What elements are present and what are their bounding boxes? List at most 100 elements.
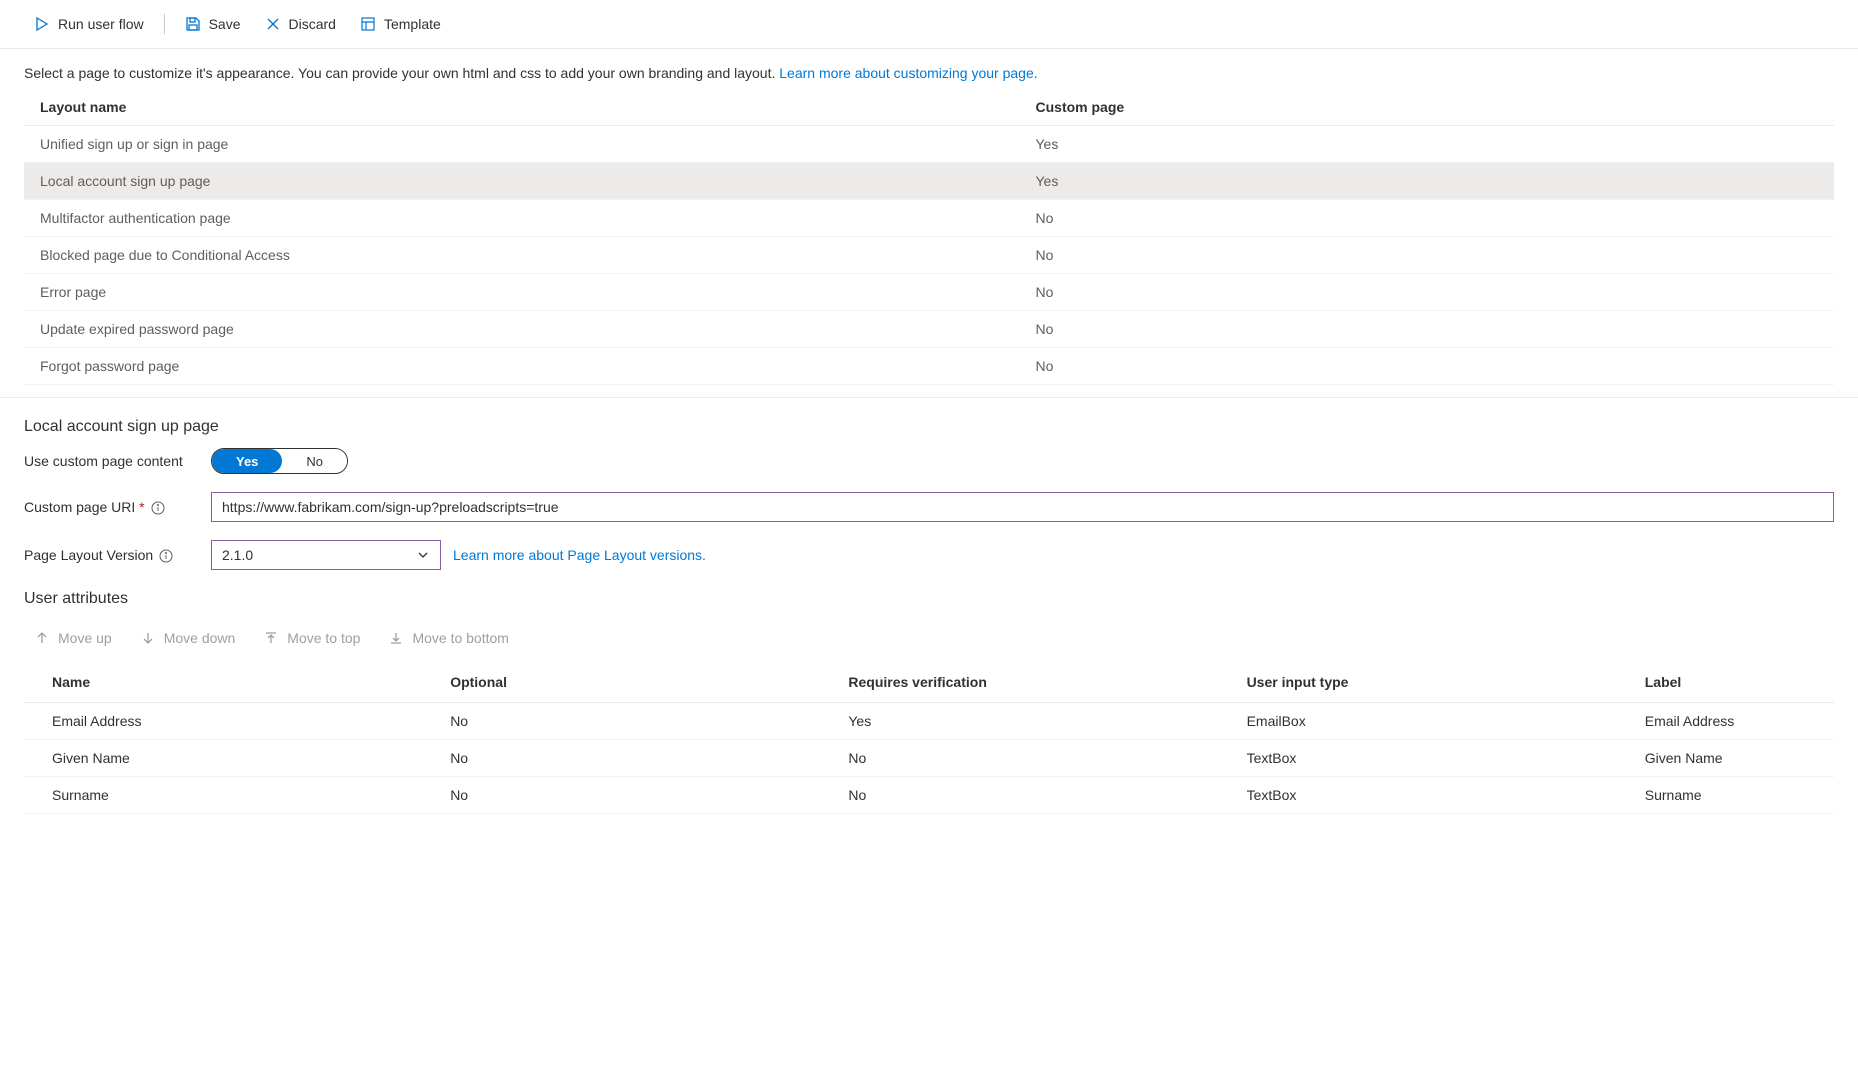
use-custom-label: Use custom page content: [24, 453, 199, 469]
attribute-cell-inputType: EmailBox: [1219, 703, 1617, 740]
layout-row-name: Blocked page due to Conditional Access: [24, 237, 1020, 274]
move-toolbar: Move up Move down Move to top Move to bo…: [24, 618, 1834, 662]
arrow-top-icon: [263, 630, 279, 646]
attribute-cell-label: Surname: [1617, 777, 1834, 814]
layout-row[interactable]: Local account sign up pageYes: [24, 163, 1834, 200]
page-layout-version-row: Page Layout Version Learn more about Pag…: [24, 540, 1834, 570]
attribute-cell-requires: Yes: [820, 703, 1218, 740]
custom-uri-row: Custom page URI *: [24, 492, 1834, 522]
attribute-cell-requires: No: [820, 777, 1218, 814]
layout-row-custom: No: [1020, 348, 1835, 385]
move-down-button[interactable]: Move down: [130, 624, 246, 652]
version-label-text: Page Layout Version: [24, 547, 153, 563]
layout-row[interactable]: Blocked page due to Conditional AccessNo: [24, 237, 1834, 274]
template-icon: [360, 16, 376, 32]
custom-page-header: Custom page: [1020, 89, 1835, 126]
run-user-flow-button[interactable]: Run user flow: [24, 10, 154, 38]
custom-uri-input[interactable]: [211, 492, 1834, 522]
save-icon: [185, 16, 201, 32]
layout-row[interactable]: Forgot password pageNo: [24, 348, 1834, 385]
layout-row-name: Forgot password page: [24, 348, 1020, 385]
save-label: Save: [209, 16, 241, 32]
layout-row[interactable]: Update expired password pageNo: [24, 311, 1834, 348]
attribute-cell-optional: No: [422, 740, 820, 777]
attr-inputtype-header: User input type: [1219, 662, 1617, 703]
intro-text: Select a page to customize it's appearan…: [24, 65, 1834, 81]
layout-row-custom: Yes: [1020, 126, 1835, 163]
toggle-yes[interactable]: Yes: [212, 449, 282, 473]
attribute-row[interactable]: SurnameNoNoTextBoxSurname: [24, 777, 1834, 814]
toolbar-divider: [164, 14, 165, 34]
layout-row-custom: No: [1020, 311, 1835, 348]
attribute-row[interactable]: Email AddressNoYesEmailBoxEmail Address: [24, 703, 1834, 740]
layout-row-name: Unified sign up or sign in page: [24, 126, 1020, 163]
info-icon[interactable]: [151, 501, 165, 515]
layout-row-custom: Yes: [1020, 163, 1835, 200]
required-indicator: *: [139, 499, 144, 515]
layout-row-custom: No: [1020, 200, 1835, 237]
arrow-bottom-icon: [388, 630, 404, 646]
move-top-label: Move to top: [287, 630, 360, 646]
move-to-top-button[interactable]: Move to top: [253, 624, 370, 652]
layout-row-name: Multifactor authentication page: [24, 200, 1020, 237]
move-up-label: Move up: [58, 630, 112, 646]
attribute-cell-inputType: TextBox: [1219, 740, 1617, 777]
move-down-label: Move down: [164, 630, 236, 646]
attribute-cell-optional: No: [422, 777, 820, 814]
layout-row-name: Error page: [24, 274, 1020, 311]
version-select[interactable]: [211, 540, 441, 570]
attributes-table: Name Optional Requires verification User…: [24, 662, 1834, 814]
attribute-cell-name: Email Address: [24, 703, 422, 740]
layout-row[interactable]: Multifactor authentication pageNo: [24, 200, 1834, 237]
attribute-cell-name: Surname: [24, 777, 422, 814]
attr-requires-header: Requires verification: [820, 662, 1218, 703]
layout-row-name: Local account sign up page: [24, 163, 1020, 200]
attr-label-header: Label: [1617, 662, 1834, 703]
layout-row[interactable]: Error pageNo: [24, 274, 1834, 311]
custom-uri-label: Custom page URI *: [24, 499, 199, 515]
play-icon: [34, 16, 50, 32]
move-to-bottom-button[interactable]: Move to bottom: [378, 624, 519, 652]
layout-row-custom: No: [1020, 274, 1835, 311]
use-custom-row: Use custom page content Yes No: [24, 448, 1834, 474]
attribute-cell-requires: No: [820, 740, 1218, 777]
template-button[interactable]: Template: [350, 10, 451, 38]
main-content: Select a page to customize it's appearan…: [0, 49, 1858, 385]
discard-button[interactable]: Discard: [255, 10, 346, 38]
layout-detail-section: Local account sign up page Use custom pa…: [0, 397, 1858, 814]
custom-uri-label-text: Custom page URI: [24, 499, 135, 515]
arrow-up-icon: [34, 630, 50, 646]
version-label: Page Layout Version: [24, 547, 199, 563]
attribute-cell-inputType: TextBox: [1219, 777, 1617, 814]
attr-name-header: Name: [24, 662, 422, 703]
attribute-row[interactable]: Given NameNoNoTextBoxGiven Name: [24, 740, 1834, 777]
toggle-no[interactable]: No: [282, 449, 347, 473]
attribute-cell-name: Given Name: [24, 740, 422, 777]
learn-more-customize-link[interactable]: Learn more about customizing your page.: [779, 65, 1037, 81]
save-button[interactable]: Save: [175, 10, 251, 38]
attribute-cell-label: Given Name: [1617, 740, 1834, 777]
detail-title: Local account sign up page: [24, 418, 1834, 436]
layout-name-header: Layout name: [24, 89, 1020, 126]
version-select-wrap: [211, 540, 441, 570]
move-bottom-label: Move to bottom: [412, 630, 509, 646]
use-custom-toggle[interactable]: Yes No: [211, 448, 348, 474]
version-learn-more-link[interactable]: Learn more about Page Layout versions.: [453, 547, 706, 563]
attribute-cell-label: Email Address: [1617, 703, 1834, 740]
close-icon: [265, 16, 281, 32]
user-attributes-title: User attributes: [24, 590, 1834, 608]
template-label: Template: [384, 16, 441, 32]
attribute-cell-optional: No: [422, 703, 820, 740]
info-icon[interactable]: [159, 549, 173, 563]
arrow-down-icon: [140, 630, 156, 646]
attr-optional-header: Optional: [422, 662, 820, 703]
layout-row-name: Update expired password page: [24, 311, 1020, 348]
intro-body: Select a page to customize it's appearan…: [24, 65, 779, 81]
layout-table: Layout name Custom page Unified sign up …: [24, 89, 1834, 385]
move-up-button[interactable]: Move up: [24, 624, 122, 652]
layout-row-custom: No: [1020, 237, 1835, 274]
run-user-flow-label: Run user flow: [58, 16, 144, 32]
layout-row[interactable]: Unified sign up or sign in pageYes: [24, 126, 1834, 163]
discard-label: Discard: [289, 16, 336, 32]
command-bar: Run user flow Save Discard Template: [0, 0, 1858, 49]
